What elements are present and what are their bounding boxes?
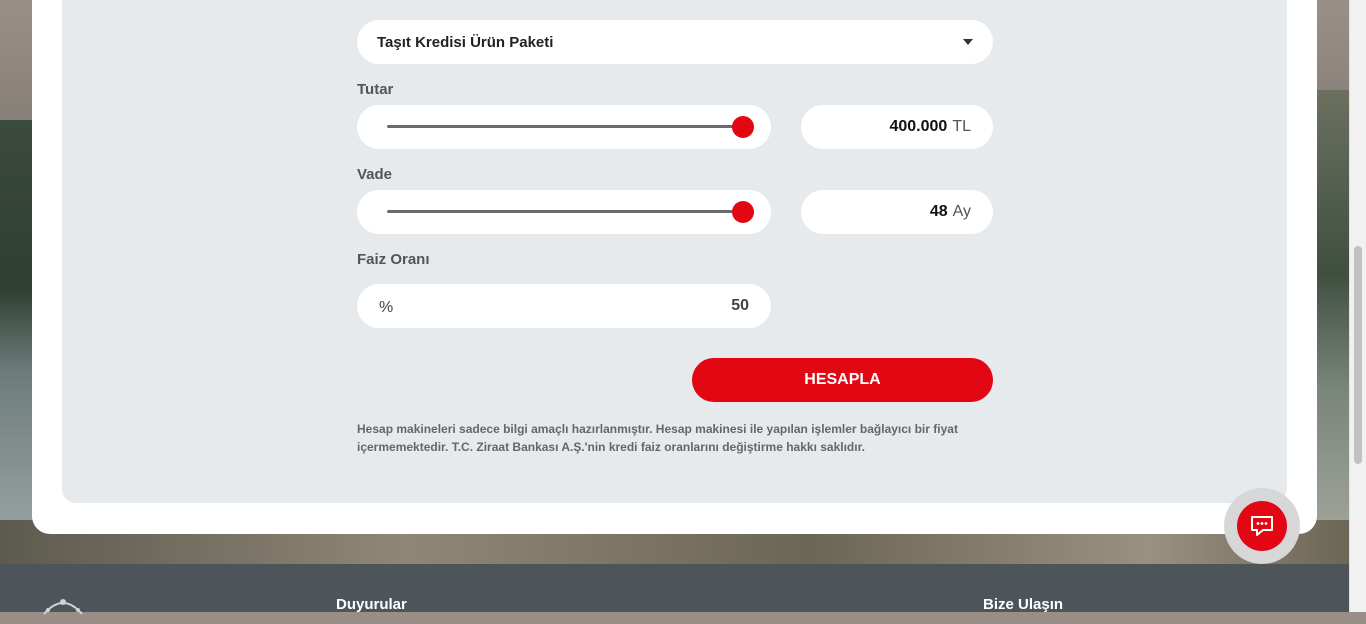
footer-contact-title[interactable]: Bize Ulaşın: [983, 596, 1063, 613]
bank-logo-icon: [43, 599, 83, 615]
disclaimer-text: Hesap makineleri sadece bilgi amaçlı haz…: [357, 422, 958, 454]
amount-slider-track: [387, 125, 741, 128]
term-slider-thumb[interactable]: [732, 201, 754, 223]
term-label: Vade: [357, 166, 393, 183]
product-package-select[interactable]: Taşıt Kredisi Ürün Paketi: [357, 20, 993, 64]
interest-rate-label: Faiz Oranı: [357, 251, 430, 268]
amount-unit: TL: [952, 118, 971, 135]
chat-bubble-icon: [1251, 516, 1273, 536]
term-value: 48: [929, 203, 948, 220]
interest-rate-field[interactable]: % 50: [357, 284, 771, 328]
chat-button-inner: [1237, 501, 1287, 551]
scrollbar-thumb[interactable]: [1354, 246, 1362, 464]
amount-label: Tutar: [357, 81, 394, 98]
calculate-button[interactable]: HESAPLA: [692, 358, 993, 402]
percent-symbol: %: [379, 299, 394, 316]
term-slider-track: [387, 210, 741, 213]
footer-announcements-title[interactable]: Duyurular: [336, 596, 407, 613]
interest-rate-value: 50: [731, 297, 749, 314]
product-package-value: Taşıt Kredisi Ürün Paketi: [377, 33, 554, 51]
amount-value: 400.000: [889, 118, 948, 135]
term-unit: Ay: [952, 203, 971, 220]
term-field[interactable]: 48 Ay: [801, 190, 993, 234]
page-scrollbar[interactable]: [1349, 0, 1366, 612]
footer: Duyurular Bize Ulaşın: [0, 564, 1350, 615]
amount-field[interactable]: 400.000 TL: [801, 105, 993, 149]
term-slider[interactable]: [357, 190, 771, 234]
chevron-down-icon: [963, 39, 973, 45]
amount-slider-thumb[interactable]: [732, 116, 754, 138]
chat-button[interactable]: [1224, 488, 1300, 564]
amount-slider[interactable]: [357, 105, 771, 149]
